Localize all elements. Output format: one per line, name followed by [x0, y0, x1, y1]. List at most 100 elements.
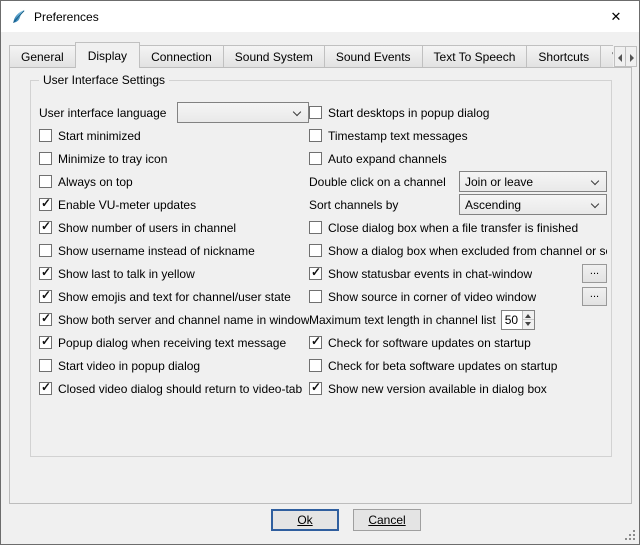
combobox-double-click-on-a-channel[interactable]: Join or leave [459, 171, 607, 192]
checkbox-box[interactable] [309, 221, 322, 234]
combobox-user-interface-language[interactable] [177, 102, 309, 123]
checkbox-show-number-of-users-in-channel[interactable]: ✓Show number of users in channel [39, 221, 236, 235]
spinbox-value: 50 [502, 311, 522, 329]
checkbox-label: Show source in corner of video window [328, 290, 536, 304]
checkbox-box[interactable] [309, 106, 322, 119]
checkmark-icon: ✓ [41, 265, 51, 279]
checkbox-popup-dialog-when-receiving-text-message[interactable]: ✓ Popup dialog when receiving text messag… [39, 336, 286, 350]
checkbox-start-video-in-popup-dialog[interactable]: Start video in popup dialog [39, 359, 200, 373]
checkbox-show-statusbar-events-in-chat-window[interactable]: ✓Show statusbar events in chat-window [309, 267, 532, 281]
checkbox-label: Minimize to tray icon [58, 152, 167, 166]
checkbox-box[interactable] [309, 244, 322, 257]
checkbox-box[interactable] [39, 129, 52, 142]
checkbox-box[interactable] [309, 359, 322, 372]
checkbox-show-last-to-talk-in-yellow[interactable]: ✓Show last to talk in yellow [39, 267, 195, 281]
checkbox-box[interactable] [39, 359, 52, 372]
checkbox-box[interactable] [39, 175, 52, 188]
more-button-show-statusbar-events-in-chat-window[interactable]: ... [582, 264, 607, 283]
checkbox-box[interactable] [309, 290, 322, 303]
checkbox-box[interactable] [39, 152, 52, 165]
row-maximum-text-length-in-channel-list: Maximum text length in channel list50 [309, 308, 607, 331]
more-button-show-source-in-corner-of-video-window[interactable]: ... [582, 287, 607, 306]
display-tab-page: User Interface Settings User interface l… [9, 67, 632, 504]
checkbox-box[interactable] [39, 244, 52, 257]
checkbox-show-source-in-corner-of-video-window[interactable]: Show source in corner of video window [309, 290, 536, 304]
right-column: Start desktops in popup dialog Timestamp … [309, 101, 607, 400]
row-show-both-server-and-channel-name-in-window-title: ✓ Show both server and channel name in wi… [39, 308, 309, 331]
checkbox-box[interactable] [309, 129, 322, 142]
row-show-last-to-talk-in-yellow: ✓Show last to talk in yellow [39, 262, 309, 285]
checkmark-icon: ✓ [41, 380, 51, 394]
ok-button[interactable]: Ok [271, 509, 339, 531]
checkbox-box[interactable]: ✓ [309, 336, 322, 349]
close-icon: ✕ [611, 9, 622, 25]
close-button[interactable]: ✕ [593, 1, 639, 32]
tab-general[interactable]: General [9, 45, 76, 67]
checkbox-box[interactable]: ✓ [309, 267, 322, 280]
spin-up-icon[interactable] [523, 311, 534, 320]
checkbox-always-on-top[interactable]: Always on top [39, 175, 133, 189]
row-popup-dialog-when-receiving-text-message: ✓ Popup dialog when receiving text messag… [39, 331, 309, 354]
checkbox-box[interactable]: ✓ [39, 382, 52, 395]
cancel-button[interactable]: Cancel [353, 509, 421, 531]
checkbox-label: Popup dialog when receiving text message [58, 336, 286, 350]
checkbox-show-username-instead-of-nickname[interactable]: Show username instead of nickname [39, 244, 255, 258]
checkbox-box[interactable]: ✓ [39, 221, 52, 234]
checkbox-start-minimized[interactable]: Start minimized [39, 129, 141, 143]
checkbox-show-emojis-and-text-for-channel-user-state[interactable]: ✓Show emojis and text for channel/user s… [39, 290, 291, 304]
checkbox-box[interactable]: ✓ [39, 267, 52, 280]
checkbox-label: Check for software updates on startup [328, 336, 531, 350]
checkmark-icon: ✓ [41, 288, 51, 302]
checkbox-timestamp-text-messages[interactable]: Timestamp text messages [309, 129, 468, 143]
app-logo-icon [10, 8, 28, 26]
tab-sound-events[interactable]: Sound Events [324, 45, 423, 67]
checkbox-check-for-beta-software-updates-on-startup[interactable]: Check for beta software updates on start… [309, 359, 557, 373]
checkbox-label: Auto expand channels [328, 152, 447, 166]
titlebar: Preferences ✕ [1, 1, 639, 32]
spinbox-maximum-text-length-in-channel-list[interactable]: 50 [501, 310, 535, 330]
row-double-click-on-a-channel: Double click on a channelJoin or leave [309, 170, 607, 193]
checkbox-closed-video-dialog-should-return-to-video-tab[interactable]: ✓Closed video dialog should return to vi… [39, 382, 302, 396]
checkbox-box[interactable]: ✓ [39, 313, 52, 326]
checkbox-label: Show both server and channel name in win… [58, 313, 309, 327]
checkbox-enable-vu-meter-updates[interactable]: ✓Enable VU-meter updates [39, 198, 196, 212]
tab-sound-system[interactable]: Sound System [223, 45, 325, 67]
checkbox-label: Show username instead of nickname [58, 244, 255, 258]
tab-display[interactable]: Display [75, 42, 140, 68]
checkbox-minimize-to-tray-icon[interactable]: Minimize to tray icon [39, 152, 167, 166]
checkbox-show-a-dialog-box-when-excluded-from-channel-or-server[interactable]: Show a dialog box when excluded from cha… [309, 244, 607, 258]
checkbox-close-dialog-box-when-a-file-transfer-is-finished[interactable]: Close dialog box when a file transfer is… [309, 221, 578, 235]
tab-scroll-right-button[interactable] [625, 46, 637, 67]
chevron-down-icon [591, 200, 600, 209]
combobox-sort-channels-by[interactable]: Ascending [459, 194, 607, 215]
preferences-window: Preferences ✕ GeneralDisplayConnectionSo… [0, 0, 640, 545]
checkbox-auto-expand-channels[interactable]: Auto expand channels [309, 152, 447, 166]
row-show-statusbar-events-in-chat-window: ✓Show statusbar events in chat-window... [309, 262, 607, 285]
checkbox-box[interactable] [309, 152, 322, 165]
checkbox-start-desktops-in-popup-dialog[interactable]: Start desktops in popup dialog [309, 106, 489, 120]
label-double-click-on-a-channel: Double click on a channel [309, 175, 459, 189]
row-closed-video-dialog-should-return-to-video-tab: ✓Closed video dialog should return to vi… [39, 377, 309, 400]
combobox-value: Join or leave [460, 175, 591, 189]
tab-shortcuts[interactable]: Shortcuts [526, 45, 601, 67]
row-check-for-beta-software-updates-on-startup: Check for beta software updates on start… [309, 354, 607, 377]
checkbox-box[interactable]: ✓ [39, 290, 52, 303]
checkbox-check-for-software-updates-on-startup[interactable]: ✓ Check for software updates on startup [309, 336, 531, 350]
checkmark-icon: ✓ [311, 265, 321, 279]
checkbox-show-both-server-and-channel-name-in-window-title[interactable]: ✓ Show both server and channel name in wi… [39, 313, 309, 327]
row-user-interface-language: User interface language [39, 101, 309, 124]
resize-grip[interactable] [624, 529, 636, 541]
spin-down-icon[interactable] [523, 319, 534, 329]
tab-video[interactable]: Video [600, 45, 613, 67]
row-start-video-in-popup-dialog: Start video in popup dialog [39, 354, 309, 377]
tab-connection[interactable]: Connection [139, 45, 224, 67]
checkbox-show-new-version-available-in-dialog-box[interactable]: ✓Show new version available in dialog bo… [309, 382, 547, 396]
checkbox-box[interactable]: ✓ [309, 382, 322, 395]
checkbox-label: Start minimized [58, 129, 141, 143]
checkmark-icon: ✓ [311, 334, 321, 348]
checkbox-box[interactable]: ✓ [39, 198, 52, 211]
checkbox-box[interactable]: ✓ [39, 336, 52, 349]
checkbox-label: Close dialog box when a file transfer is… [328, 221, 578, 235]
tab-text-to-speech[interactable]: Text To Speech [422, 45, 528, 67]
row-show-a-dialog-box-when-excluded-from-channel-or-server: Show a dialog box when excluded from cha… [309, 239, 607, 262]
